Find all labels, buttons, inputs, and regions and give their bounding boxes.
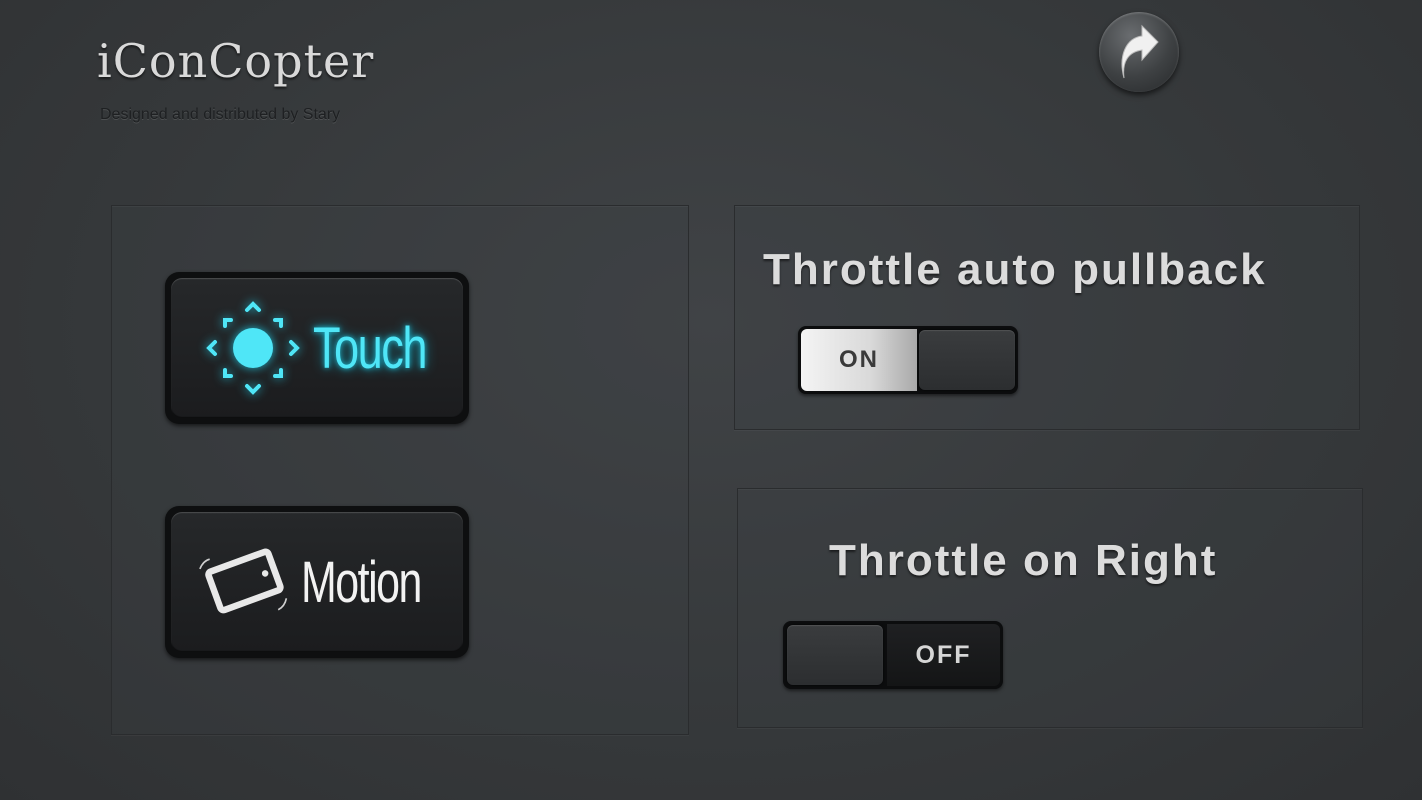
throttle-pullback-toggle[interactable]: ON [798,326,1018,394]
throttle-right-title: Throttle on Right [829,536,1218,585]
app-title: iConCopter [97,34,375,88]
toggle-on-label: ON [801,329,917,391]
throttle-right-toggle[interactable]: OFF [783,621,1003,689]
throttle-pullback-panel [734,205,1360,430]
touch-mode-button[interactable]: Touch [165,272,469,424]
back-button[interactable] [1099,12,1179,92]
touch-icon [206,301,300,395]
toggle-knob [787,625,883,685]
motion-label: Motion [300,549,422,615]
touch-label: Touch [313,315,427,381]
throttle-right-panel [737,488,1363,728]
touch-button-face: Touch [171,278,463,418]
curved-up-arrow-icon [1121,24,1159,79]
motion-mode-button[interactable]: Motion [165,506,469,658]
app-subtitle: Designed and distributed by Stary [100,106,341,123]
throttle-pullback-title: Throttle auto pullback [763,245,1267,294]
toggle-knob [919,330,1015,390]
toggle-off-label: OFF [887,624,1000,686]
phone-tilt-icon [199,548,288,614]
motion-button-face: Motion [171,512,463,652]
